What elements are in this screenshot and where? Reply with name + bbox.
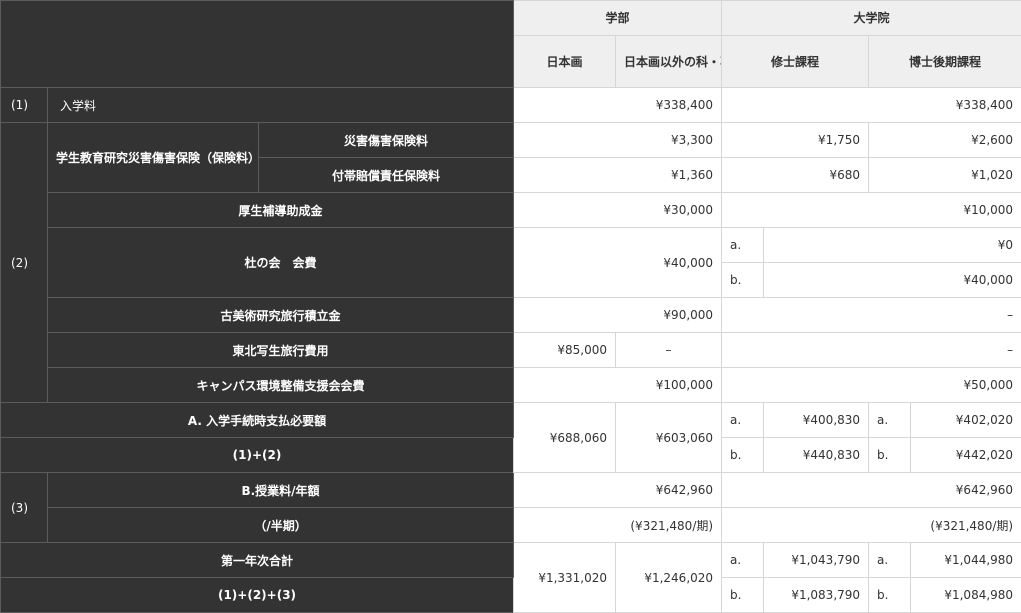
row-number: (1): [1, 88, 48, 123]
row-number: (2): [1, 123, 48, 403]
value-grad: ¥338,400: [722, 88, 1021, 123]
row-sublabel: (1)+(2)+(3): [1, 578, 514, 613]
row-label: 付帯賠償責任保険料: [259, 158, 514, 193]
row-first-year-1: 第一年次合計 ¥1,331,020 ¥1,246,020 a. ¥1,043,7…: [1, 543, 1021, 578]
value-undergrad: ¥30,000: [514, 193, 722, 228]
header-grad: 大学院: [722, 1, 1021, 36]
value-masters-a: ¥400,830: [764, 403, 869, 438]
value-doctoral: ¥2,600: [869, 123, 1021, 158]
option-b-label: b.: [869, 438, 911, 473]
row-label: （/半期）: [48, 508, 514, 543]
fee-table: 学部 大学院 日本画 日本画以外の科・専攻 修士課程 博士後期課程 (1) 入学…: [0, 0, 1021, 613]
value-grad: (¥321,480/期): [722, 508, 1021, 543]
value-doctoral-b: ¥1,084,980: [911, 578, 1021, 613]
row-first-year-2: (1)+(2)+(3) b. ¥1,083,790 b. ¥1,084,980: [1, 578, 1021, 613]
value-undergrad: ¥1,360: [514, 158, 722, 193]
row-admission: (1) 入学料 ¥338,400 ¥338,400: [1, 88, 1021, 123]
row-campus: キャンパス環境整備支援会会費 ¥100,000 ¥50,000: [1, 368, 1021, 403]
value-grad: ¥10,000: [722, 193, 1021, 228]
option-a-label: a.: [722, 228, 764, 263]
row-label: 杜の会 会費: [48, 228, 514, 298]
value-grad: –: [722, 333, 1021, 368]
option-a-label: a.: [869, 543, 911, 578]
row-label: 第一年次合計: [1, 543, 514, 578]
row-total-a-2: (1)+(2) b. ¥440,830 b. ¥442,020: [1, 438, 1021, 473]
value-masters-a: ¥1,043,790: [764, 543, 869, 578]
option-b-label: b.: [722, 438, 764, 473]
header-masters: 修士課程: [722, 36, 869, 88]
value-grad: ¥642,960: [722, 473, 1021, 508]
value-undergrad: ¥338,400: [514, 88, 722, 123]
value-undergrad: ¥3,300: [514, 123, 722, 158]
option-b-label: b.: [869, 578, 911, 613]
value-other: ¥1,246,020: [616, 543, 722, 613]
row-label-insurance: 学生教育研究災害傷害保険（保険料）: [48, 123, 259, 193]
value-masters: ¥680: [722, 158, 869, 193]
value-doctoral: ¥1,020: [869, 158, 1021, 193]
header-corner: [1, 1, 514, 88]
row-label: キャンパス環境整備支援会会費: [48, 368, 514, 403]
value-grad-b: ¥40,000: [764, 263, 1021, 298]
row-total-a-1: A. 入学手続時支払必要額 ¥688,060 ¥603,060 a. ¥400,…: [1, 403, 1021, 438]
value-masters: ¥1,750: [722, 123, 869, 158]
header-other-dept: 日本画以外の科・専攻: [616, 36, 722, 88]
value-nihonga: ¥688,060: [514, 403, 616, 473]
value-doctoral-b: ¥442,020: [911, 438, 1021, 473]
option-a-label: a.: [869, 403, 911, 438]
row-number: (3): [1, 473, 48, 543]
header-nihonga: 日本画: [514, 36, 616, 88]
value-nihonga: ¥85,000: [514, 333, 616, 368]
row-label: 古美術研究旅行積立金: [48, 298, 514, 333]
row-label: A. 入学手続時支払必要額: [1, 403, 514, 438]
option-b-label: b.: [722, 263, 764, 298]
value-masters-b: ¥1,083,790: [764, 578, 869, 613]
value-grad: –: [722, 298, 1021, 333]
row-insurance-disaster: (2) 学生教育研究災害傷害保険（保険料） 災害傷害保険料 ¥3,300 ¥1,…: [1, 123, 1021, 158]
row-welfare: 厚生補導助成金 ¥30,000 ¥10,000: [1, 193, 1021, 228]
row-semester: （/半期） (¥321,480/期) (¥321,480/期): [1, 508, 1021, 543]
row-label: 厚生補導助成金: [48, 193, 514, 228]
value-masters-b: ¥440,830: [764, 438, 869, 473]
row-sublabel: (1)+(2): [1, 438, 514, 473]
value-other: –: [616, 333, 722, 368]
value-undergrad: ¥40,000: [514, 228, 722, 298]
header-undergrad: 学部: [514, 1, 722, 36]
row-label: 東北写生旅行費用: [48, 333, 514, 368]
row-tohoku-trip: 東北写生旅行費用 ¥85,000 – –: [1, 333, 1021, 368]
row-association-a: 杜の会 会費 ¥40,000 a. ¥0: [1, 228, 1021, 263]
header-doctoral: 博士後期課程: [869, 36, 1021, 88]
row-art-trip: 古美術研究旅行積立金 ¥90,000 –: [1, 298, 1021, 333]
value-doctoral-a: ¥1,044,980: [911, 543, 1021, 578]
value-grad: ¥50,000: [722, 368, 1021, 403]
value-nihonga: ¥1,331,020: [514, 543, 616, 613]
row-tuition: (3) B.授業料/年額 ¥642,960 ¥642,960: [1, 473, 1021, 508]
option-a-label: a.: [722, 543, 764, 578]
value-other: ¥603,060: [616, 403, 722, 473]
value-doctoral-a: ¥402,020: [911, 403, 1021, 438]
value-undergrad: ¥642,960: [514, 473, 722, 508]
value-undergrad: ¥100,000: [514, 368, 722, 403]
option-a-label: a.: [722, 403, 764, 438]
value-grad-a: ¥0: [764, 228, 1021, 263]
row-label: 入学料: [48, 88, 514, 123]
row-label: B.授業料/年額: [48, 473, 514, 508]
value-undergrad: (¥321,480/期): [514, 508, 722, 543]
value-undergrad: ¥90,000: [514, 298, 722, 333]
option-b-label: b.: [722, 578, 764, 613]
row-label: 災害傷害保険料: [259, 123, 514, 158]
